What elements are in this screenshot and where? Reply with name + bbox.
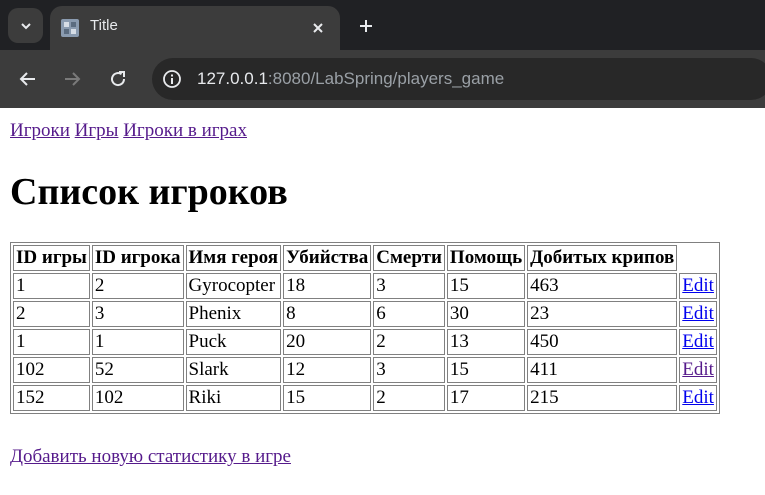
- cell-player-id: 102: [91, 385, 184, 411]
- cell-last-hits: 411: [527, 357, 678, 383]
- cell-assists: 13: [446, 329, 526, 355]
- cell-kills: 8: [283, 301, 372, 327]
- cell-player-id: 52: [91, 357, 184, 383]
- table-row: 2 3 Phenix 8 6 30 23 Edit: [13, 301, 717, 327]
- cell-assists: 15: [446, 357, 526, 383]
- cell-last-hits: 450: [527, 329, 678, 355]
- reload-button[interactable]: [106, 67, 130, 91]
- cell-hero-name: Riki: [185, 385, 282, 411]
- forward-button[interactable]: [60, 67, 84, 91]
- cell-kills: 12: [283, 357, 372, 383]
- nav-link-players-in-games[interactable]: Игроки в играх: [123, 120, 247, 141]
- new-tab-button[interactable]: [354, 14, 378, 38]
- cell-edit: Edit: [679, 301, 717, 327]
- cell-hero-name: Slark: [185, 357, 282, 383]
- cell-deaths: 2: [373, 385, 445, 411]
- browser-tab[interactable]: Title: [50, 6, 340, 50]
- cell-edit: Edit: [679, 357, 717, 383]
- cell-player-id: 3: [91, 301, 184, 327]
- cell-hero-name: Gyrocopter: [185, 273, 282, 299]
- cell-hero-name: Puck: [185, 329, 282, 355]
- cell-edit: Edit: [679, 273, 717, 299]
- url-path: :8080/LabSpring/players_game: [267, 69, 505, 88]
- table-row: 1 1 Puck 20 2 13 450 Edit: [13, 329, 717, 355]
- cell-game-id: 1: [13, 273, 90, 299]
- tab-close-button[interactable]: [308, 18, 328, 38]
- cell-kills: 15: [283, 385, 372, 411]
- plus-icon: [360, 20, 372, 32]
- chevron-down-icon: [20, 22, 31, 29]
- page-title: Список игроков: [10, 171, 288, 213]
- url-host: 127.0.0.1: [197, 69, 268, 88]
- reload-icon: [111, 71, 126, 87]
- browser-tabstrip: Title: [0, 0, 765, 50]
- nav-links: Игроки Игры Игроки в играх: [10, 120, 755, 142]
- back-button[interactable]: [16, 67, 40, 91]
- cell-last-hits: 215: [527, 385, 678, 411]
- favicon-icon: [61, 19, 79, 37]
- cell-game-id: 152: [13, 385, 90, 411]
- cell-game-id: 102: [13, 357, 90, 383]
- cell-assists: 15: [446, 273, 526, 299]
- header-deaths: Смерти: [373, 245, 445, 271]
- cell-hero-name: Phenix: [185, 301, 282, 327]
- nav-link-players[interactable]: Игроки: [10, 120, 70, 141]
- edit-link[interactable]: Edit: [682, 331, 714, 352]
- cell-edit: Edit: [679, 329, 717, 355]
- nav-link-games[interactable]: Игры: [75, 120, 119, 141]
- cell-kills: 18: [283, 273, 372, 299]
- cell-edit: Edit: [679, 385, 717, 411]
- edit-link[interactable]: Edit: [682, 359, 714, 380]
- add-stats-link[interactable]: Добавить новую статистику в игре: [10, 446, 291, 468]
- cell-game-id: 1: [13, 329, 90, 355]
- cell-player-id: 2: [91, 273, 184, 299]
- browser-toolbar: 127.0.0.1:8080/LabSpring/players_game: [0, 50, 765, 108]
- cell-assists: 30: [446, 301, 526, 327]
- header-game-id: ID игры: [13, 245, 90, 271]
- edit-link[interactable]: Edit: [682, 303, 714, 324]
- header-actions: [679, 245, 717, 271]
- table-row: 152 102 Riki 15 2 17 215 Edit: [13, 385, 717, 411]
- header-player-id: ID игрока: [91, 245, 184, 271]
- cell-assists: 17: [446, 385, 526, 411]
- cell-deaths: 3: [373, 357, 445, 383]
- edit-link[interactable]: Edit: [682, 387, 714, 408]
- cell-deaths: 3: [373, 273, 445, 299]
- players-table: ID игры ID игрока Имя героя Убийства Сме…: [10, 242, 720, 414]
- url-text: 127.0.0.1:8080/LabSpring/players_game: [197, 69, 504, 89]
- cell-game-id: 2: [13, 301, 90, 327]
- cell-kills: 20: [283, 329, 372, 355]
- header-assists: Помощь: [446, 245, 526, 271]
- header-hero-name: Имя героя: [185, 245, 282, 271]
- address-bar[interactable]: 127.0.0.1:8080/LabSpring/players_game: [152, 58, 765, 100]
- cell-last-hits: 463: [527, 273, 678, 299]
- cell-player-id: 1: [91, 329, 184, 355]
- table-header-row: ID игры ID игрока Имя героя Убийства Сме…: [13, 245, 717, 271]
- header-kills: Убийства: [283, 245, 372, 271]
- table-row: 1 2 Gyrocopter 18 3 15 463 Edit: [13, 273, 717, 299]
- tab-search-button[interactable]: [8, 8, 43, 43]
- page-content: Игроки Игры Игроки в играх Список игроко…: [0, 108, 765, 467]
- site-info-icon[interactable]: [162, 69, 182, 89]
- arrow-right-icon: [65, 72, 81, 86]
- cell-deaths: 2: [373, 329, 445, 355]
- tab-title: Title: [90, 17, 118, 34]
- close-icon: [313, 23, 323, 33]
- cell-last-hits: 23: [527, 301, 678, 327]
- arrow-left-icon: [19, 72, 35, 86]
- cell-deaths: 6: [373, 301, 445, 327]
- header-last-hits: Добитых крипов: [527, 245, 678, 271]
- table-row: 102 52 Slark 12 3 15 411 Edit: [13, 357, 717, 383]
- edit-link[interactable]: Edit: [682, 275, 714, 296]
